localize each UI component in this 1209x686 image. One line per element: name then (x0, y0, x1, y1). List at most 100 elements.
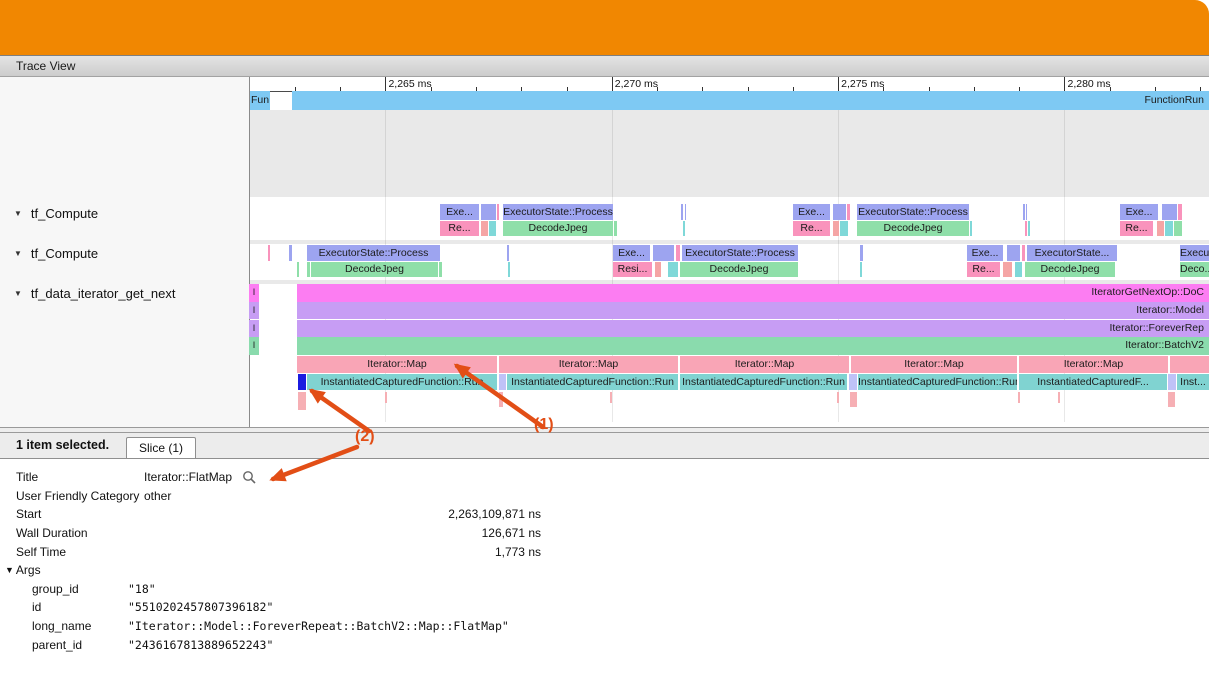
trace-slice[interactable]: InstantiatedCapturedFunction::Run (680, 374, 847, 391)
trace-slice[interactable] (1178, 204, 1182, 220)
trace-slice[interactable] (1007, 245, 1020, 261)
tab-slice[interactable]: Slice (1) (126, 437, 196, 459)
expand-triangle-icon[interactable]: ▼ (5, 565, 14, 575)
trace-slice[interactable] (507, 245, 509, 261)
trace-slice[interactable] (1028, 221, 1030, 237)
trace-slice[interactable]: Exe... (1120, 204, 1158, 220)
trace-slice[interactable] (847, 204, 850, 220)
trace-slice[interactable]: ExecutorState... (1027, 245, 1117, 261)
trace-slice[interactable]: ExecutorState::Process (307, 245, 440, 261)
trace-slice[interactable]: InstantiatedCapturedFunction::Run (307, 374, 497, 391)
trace-slice[interactable] (860, 262, 862, 278)
trace-slice[interactable]: Exe... (967, 245, 1003, 261)
selected-slice[interactable] (298, 374, 306, 391)
trace-slice[interactable] (668, 262, 678, 278)
trace-slice[interactable]: Iterator::ForeverRep (297, 320, 1209, 337)
trace-slice[interactable] (489, 221, 496, 237)
trace-slice[interactable] (1165, 221, 1173, 237)
trace-slice[interactable] (497, 204, 499, 220)
trace-slice[interactable]: IteratorGetNextOp::DoC (297, 284, 1209, 302)
trace-slice[interactable] (1026, 204, 1027, 220)
trace-slice[interactable] (683, 221, 685, 237)
trace-slice[interactable] (833, 204, 846, 220)
trace-slice[interactable]: DecodeJpeg (857, 221, 969, 237)
track-group-tf-compute-1[interactable]: ▼ tf_Compute (14, 205, 98, 222)
trace-slice[interactable] (385, 392, 387, 403)
trace-slice[interactable]: I (249, 284, 259, 302)
magnifier-icon[interactable] (242, 470, 257, 485)
trace-slice[interactable] (837, 392, 839, 403)
trace-slice[interactable] (860, 245, 863, 261)
trace-slice[interactable]: InstantiatedCapturedFunction::Run (507, 374, 678, 391)
trace-slice[interactable]: Iterator::Map (1019, 356, 1168, 373)
trace-slice[interactable]: I (249, 302, 259, 319)
trace-slice[interactable] (1162, 204, 1177, 220)
trace-slice[interactable] (1022, 245, 1025, 261)
trace-slice[interactable] (676, 245, 680, 261)
trace-slice[interactable] (289, 245, 292, 261)
trace-slice[interactable]: Execu... (1180, 245, 1209, 261)
trace-slice[interactable] (610, 392, 612, 403)
trace-slice[interactable]: DecodeJpeg (1025, 262, 1115, 278)
trace-slice[interactable]: InstantiatedCapturedFunction::Run (858, 374, 1017, 391)
collapse-triangle-icon[interactable]: ▼ (14, 290, 22, 298)
trace-slice[interactable] (1025, 221, 1027, 237)
trace-slice[interactable]: Iterator::Model (297, 302, 1209, 319)
trace-slice[interactable]: Iterator::Map (297, 356, 497, 373)
trace-slice[interactable] (297, 262, 299, 278)
trace-slice[interactable] (1168, 374, 1176, 391)
trace-slice[interactable] (1168, 392, 1175, 407)
trace-slice[interactable]: Inst... (1177, 374, 1209, 391)
trace-slice[interactable] (849, 374, 857, 391)
trace-slice[interactable] (481, 221, 488, 237)
trace-slice[interactable] (1058, 392, 1060, 403)
trace-slice[interactable]: I (249, 320, 259, 337)
collapse-triangle-icon[interactable]: ▼ (14, 210, 22, 218)
trace-slice[interactable] (1018, 392, 1020, 403)
trace-slice[interactable] (1157, 221, 1164, 237)
trace-slice[interactable]: DecodeJpeg (503, 221, 613, 237)
track-group-tf-data-iterator[interactable]: ▼ tf_data_iterator_get_next (14, 285, 175, 302)
trace-slice[interactable] (653, 245, 674, 261)
trace-slice[interactable] (1174, 221, 1182, 237)
trace-slice[interactable]: Resi... (613, 262, 652, 278)
trace-slice[interactable] (685, 204, 686, 220)
trace-slice[interactable]: Exe... (613, 245, 650, 261)
trace-slice[interactable]: ExecutorState::Process (503, 204, 613, 220)
trace-slice[interactable] (614, 221, 617, 237)
trace-slice[interactable] (1003, 262, 1012, 278)
trace-slice[interactable] (268, 245, 270, 261)
trace-slice[interactable]: Exe... (440, 204, 479, 220)
trace-slice[interactable] (840, 221, 848, 237)
trace-slice[interactable]: FunctionRun (292, 91, 1209, 110)
trace-slice[interactable] (655, 262, 661, 278)
trace-slice[interactable]: Exe... (793, 204, 830, 220)
trace-slice[interactable] (970, 221, 972, 237)
trace-slice[interactable] (307, 262, 310, 278)
trace-slice[interactable] (499, 374, 506, 391)
trace-slice[interactable]: Re... (967, 262, 1000, 278)
trace-slice[interactable] (1015, 262, 1022, 278)
args-section-header[interactable]: ▼ Args (0, 561, 1209, 580)
trace-slice[interactable]: Fun (250, 91, 270, 110)
trace-slice[interactable] (1023, 204, 1025, 220)
trace-slice[interactable]: Re... (1120, 221, 1153, 237)
trace-slice[interactable] (481, 204, 496, 220)
trace-slice[interactable] (439, 262, 442, 278)
trace-slice[interactable]: InstantiatedCapturedF... (1019, 374, 1167, 391)
trace-slice[interactable]: ExecutorState::Process (857, 204, 969, 220)
trace-slice[interactable]: Iterator::Map (499, 356, 678, 373)
trace-slice[interactable] (681, 204, 683, 220)
trace-slice[interactable]: DecodeJpeg (680, 262, 798, 278)
trace-slice[interactable] (833, 221, 839, 237)
trace-slice[interactable]: ExecutorState::Process (682, 245, 798, 261)
trace-slice[interactable]: Iterator::Map (680, 356, 849, 373)
trace-slice[interactable]: DecodeJpeg (311, 262, 438, 278)
trace-slice[interactable] (850, 392, 857, 407)
trace-slice[interactable] (1170, 356, 1209, 373)
trace-slice[interactable] (298, 392, 306, 410)
trace-slice[interactable]: Re... (793, 221, 830, 237)
trace-slice[interactable]: Deco... (1180, 262, 1209, 278)
trace-slice[interactable]: Iterator::BatchV2 (297, 337, 1209, 355)
trace-slice[interactable]: Re... (440, 221, 479, 237)
